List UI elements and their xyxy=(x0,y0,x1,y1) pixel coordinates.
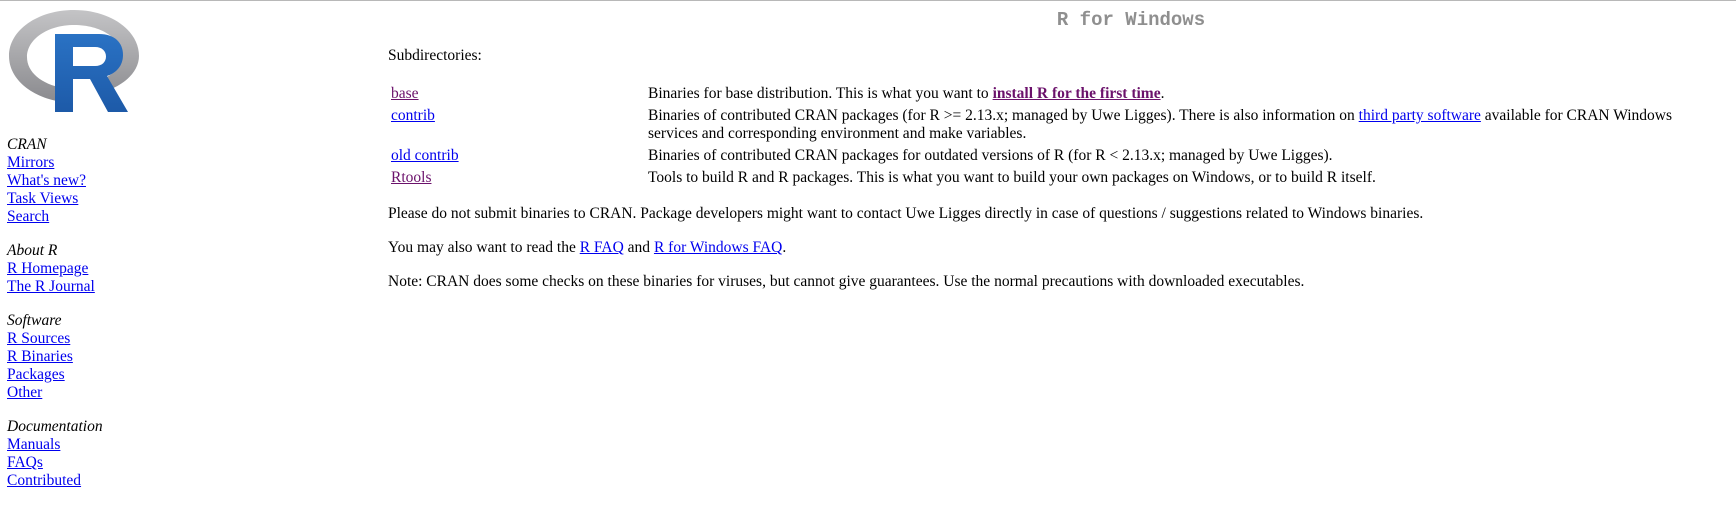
nav-heading-about-r: About R xyxy=(7,242,58,259)
nav-link-packages[interactable]: Packages xyxy=(7,366,367,384)
faq-paragraph: You may also want to read the R FAQ and … xyxy=(388,239,1718,257)
nav-link-r-journal[interactable]: The R Journal xyxy=(7,278,367,296)
table-row: old contrib Binaries of contributed CRAN… xyxy=(390,146,1716,166)
submit-binaries-notice: Please do not submit binaries to CRAN. P… xyxy=(388,205,1424,222)
subdir-desc-cell: Binaries of contributed CRAN packages (f… xyxy=(647,106,1716,144)
sidebar: CRAN Mirrors What's new? Task Views Sear… xyxy=(7,8,367,506)
subdir-link-old-contrib[interactable]: old contrib xyxy=(391,147,459,164)
nav-link-other[interactable]: Other xyxy=(7,384,367,402)
subdir-link-contrib[interactable]: contrib xyxy=(391,107,435,124)
nav-heading-software: Software xyxy=(7,312,62,329)
r-faq-link[interactable]: R FAQ xyxy=(580,239,624,256)
subdir-desc-cell: Tools to build R and R packages. This is… xyxy=(648,169,1376,186)
subdir-desc-text: . xyxy=(1160,85,1165,102)
nav-heading-cran: CRAN xyxy=(7,136,47,153)
r-logo-link[interactable] xyxy=(7,8,367,114)
table-row: Rtools Tools to build R and R packages. … xyxy=(390,168,1716,188)
nav-link-manuals[interactable]: Manuals xyxy=(7,436,367,454)
subdir-link-base[interactable]: base xyxy=(391,85,419,102)
nav-link-search[interactable]: Search xyxy=(7,208,367,226)
faq-text: and xyxy=(623,239,654,256)
third-party-software-link[interactable]: third party software xyxy=(1359,107,1481,124)
table-row: contrib Binaries of contributed CRAN pac… xyxy=(390,106,1716,144)
nav-section-documentation: Documentation Manuals FAQs Contributed xyxy=(7,418,367,490)
faq-text: . xyxy=(782,239,787,256)
page-title: R for Windows xyxy=(1056,9,1206,31)
nav-link-whats-new[interactable]: What's new? xyxy=(7,172,367,190)
subdir-desc-text: Binaries for base distribution. This is … xyxy=(648,85,993,102)
top-border xyxy=(0,0,1736,1)
subdir-desc-text: Binaries of contributed CRAN packages (f… xyxy=(648,107,1359,124)
nav-link-task-views[interactable]: Task Views xyxy=(7,190,367,208)
subdir-name-cell: old contrib xyxy=(390,146,645,166)
nav-link-r-binaries[interactable]: R Binaries xyxy=(7,348,367,366)
nav-section-about-r: About R R Homepage The R Journal xyxy=(7,242,367,296)
table-row: base Binaries for base distribution. Thi… xyxy=(390,84,1716,104)
faq-text: You may also want to read the xyxy=(388,239,580,256)
subdir-name-cell: Rtools xyxy=(390,168,645,188)
nav-section-cran: CRAN Mirrors What's new? Task Views Sear… xyxy=(7,136,367,226)
nav-link-r-sources[interactable]: R Sources xyxy=(7,330,367,348)
subdirectories-heading: Subdirectories: xyxy=(388,47,482,64)
nav-link-contributed[interactable]: Contributed xyxy=(7,472,367,490)
virus-check-note: Note: CRAN does some checks on these bin… xyxy=(388,273,1305,290)
nav-section-software: Software R Sources R Binaries Packages O… xyxy=(7,312,367,402)
subdir-desc-cell: Binaries for base distribution. This is … xyxy=(647,84,1716,104)
nav-link-mirrors[interactable]: Mirrors xyxy=(7,154,367,172)
install-r-first-time-link[interactable]: install R for the first time xyxy=(993,85,1161,102)
subdir-name-cell: base xyxy=(390,84,645,104)
subdir-link-rtools[interactable]: Rtools xyxy=(391,169,431,186)
subdir-name-cell: contrib xyxy=(390,106,645,144)
r-windows-faq-link[interactable]: R for Windows FAQ xyxy=(654,239,782,256)
nav-link-r-homepage[interactable]: R Homepage xyxy=(7,260,367,278)
subdirectories-table: base Binaries for base distribution. Thi… xyxy=(388,82,1718,190)
r-logo-icon xyxy=(9,10,139,112)
nav-heading-documentation: Documentation xyxy=(7,418,103,435)
subdir-desc-cell: Binaries of contributed CRAN packages fo… xyxy=(648,147,1333,164)
nav-link-faqs[interactable]: FAQs xyxy=(7,454,367,472)
